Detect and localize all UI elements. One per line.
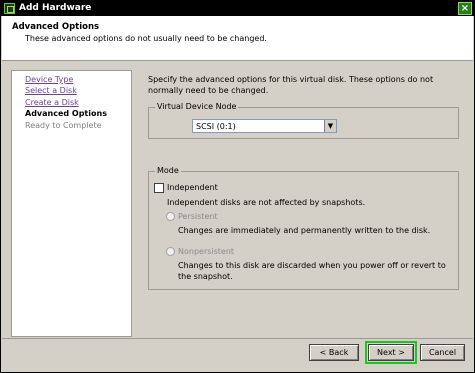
independent-label[interactable]: Independent: [167, 182, 218, 193]
step-ready-to-complete: Ready to Complete: [25, 121, 102, 130]
window-title: Add Hardware: [19, 3, 92, 13]
independent-checkbox[interactable]: [154, 183, 164, 193]
page-description: Specify the advanced options for this vi…: [148, 75, 434, 95]
nonpersistent-label[interactable]: Nonpersistent: [178, 246, 234, 257]
step-create-a-disk[interactable]: Create a Disk: [25, 97, 79, 108]
page-title: Advanced Options: [12, 22, 100, 32]
mode-group: Mode Independent Independent disks are n…: [148, 166, 459, 290]
step-advanced-options: Advanced Options: [25, 109, 107, 118]
back-button[interactable]: < Back: [309, 344, 359, 361]
close-button[interactable]: ×: [458, 2, 472, 15]
independent-description: Independent disks are not affected by sn…: [167, 198, 366, 207]
group-legend: Mode: [155, 166, 181, 176]
main-content: Specify the advanced options for this vi…: [141, 70, 466, 337]
selected-value: SCSI (0:1): [196, 122, 236, 131]
persistent-description: Changes are immediately and permanently …: [178, 226, 431, 235]
virtual-device-node-group: Virtual Device Node SCSI (0:1) ▼: [148, 102, 459, 139]
wizard-footer: < Back Next > Cancel: [2, 338, 473, 372]
virtual-device-node-select[interactable]: SCSI (0:1) ▼: [192, 119, 337, 133]
nonpersistent-description: Changes to this disk are discarded when …: [178, 261, 446, 281]
vm-icon: [4, 3, 15, 14]
wizard-header: Advanced Options These advanced options …: [2, 16, 473, 61]
step-select-a-disk[interactable]: Select a Disk: [25, 85, 77, 96]
title-bar[interactable]: Add Hardware ×: [1, 1, 474, 16]
persistent-radio[interactable]: [166, 212, 175, 221]
next-button[interactable]: Next >: [365, 341, 417, 364]
add-hardware-dialog: Add Hardware × Advanced Options These ad…: [0, 0, 475, 373]
nonpersistent-radio[interactable]: [166, 247, 175, 256]
step-device-type[interactable]: Device Type: [25, 74, 73, 85]
cancel-button[interactable]: Cancel: [420, 344, 465, 361]
chevron-down-icon[interactable]: ▼: [324, 120, 336, 132]
page-subtitle: These advanced options do not usually ne…: [25, 34, 267, 43]
wizard-steps-sidebar: Device Type Select a Disk Create a Disk …: [11, 70, 132, 337]
group-legend: Virtual Device Node: [155, 102, 239, 112]
persistent-label[interactable]: Persistent: [178, 211, 218, 222]
